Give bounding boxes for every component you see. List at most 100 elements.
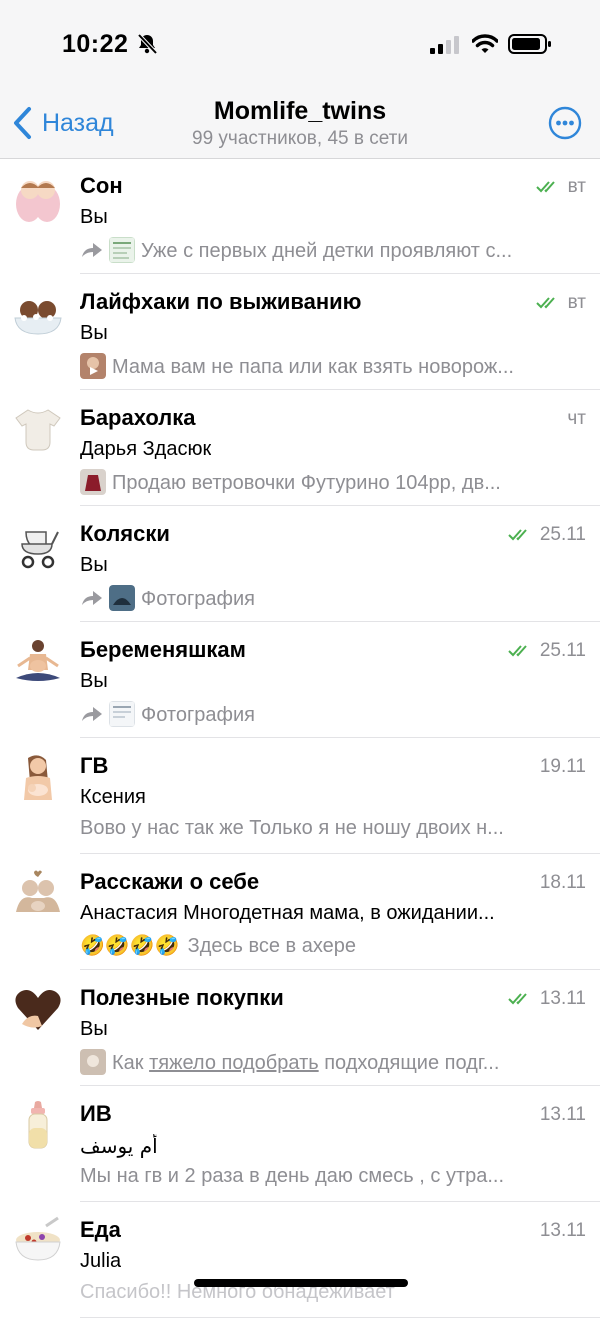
home-indicator[interactable] — [194, 1279, 408, 1287]
battery-icon — [508, 34, 551, 54]
status-bar: 10:22 — [0, 0, 600, 90]
topic-sender: Анастасия Многодетная мама, в ожидании..… — [80, 902, 495, 924]
topic-title: Расскажи о себе — [80, 869, 260, 894]
topic-row[interactable]: Сон вт Вы Уже с первых дней детки проявл… — [0, 158, 600, 274]
forward-arrow-icon — [82, 707, 102, 721]
laughing-emoji-group: 🤣🤣🤣🤣 — [80, 935, 180, 957]
topic-preview: 🤣🤣🤣🤣 Здесь все в ахере — [80, 933, 586, 958]
topic-preview: Вово у нас так же Только я не ношу двоих… — [80, 817, 586, 840]
topic-sender: Вы — [80, 206, 108, 228]
topic-title: ГВ — [80, 753, 109, 778]
wifi-icon — [472, 34, 498, 53]
pregnant-yoga-icon — [12, 636, 64, 688]
status-time: 10:22 — [62, 30, 129, 58]
topic-preview: Мама вам не папа или как взять новорож..… — [80, 353, 586, 379]
baby-bottle-icon — [12, 1100, 64, 1152]
topic-sender: Ксения — [80, 786, 146, 808]
topic-preview-text: Вово у нас так же Только я не ношу двоих… — [80, 817, 504, 839]
bell-muted-icon — [137, 33, 158, 55]
topic-meta: 19.11 — [540, 756, 586, 778]
topic-preview-text: Продаю ветровочки Футурино 104рр, дв... — [112, 472, 501, 494]
topic-row[interactable]: Полезные покупки 13.11 Вы Как тяжело под… — [0, 970, 600, 1086]
topic-sender: أم يوسف — [80, 1134, 158, 1158]
double-check-icon — [508, 993, 527, 1005]
topic-meta: 13.11 — [540, 1104, 586, 1126]
topic-sender: Вы — [80, 1018, 108, 1040]
topics-list: Сон вт Вы Уже с первых дней детки проявл… — [0, 158, 600, 1318]
group-title[interactable]: Momlife_twins — [0, 97, 600, 126]
topic-preview-text: Мама вам не папа или как взять новорож..… — [112, 356, 514, 378]
double-check-icon — [508, 645, 527, 657]
twins-babies-icon — [12, 172, 64, 224]
topic-time: чт — [567, 408, 586, 429]
topic-preview-link[interactable]: тяжело подобрать — [149, 1052, 319, 1074]
topic-row[interactable]: ИВ 13.11 أم يوسف Мы на гв и 2 раза в ден… — [0, 1086, 600, 1202]
topic-row[interactable]: Барахолка чт Дарья Здасюк Продаю ветрово… — [0, 390, 600, 506]
document-thumb — [109, 701, 135, 727]
topic-sender: Вы — [80, 670, 108, 692]
topic-title: Полезные покупки — [80, 985, 284, 1010]
more-options-icon[interactable] — [548, 106, 582, 140]
topic-title: Еда — [80, 1217, 121, 1242]
topic-row[interactable]: Еда 13.11 Julia Спасибо!! Немного обнаде… — [0, 1202, 600, 1318]
topic-title: Барахолка — [80, 405, 196, 430]
topic-time: 13.11 — [539, 988, 586, 1009]
topic-preview: Уже с первых дней детки проявляют с... — [80, 237, 586, 263]
topic-row[interactable]: ГВ 19.11 Ксения Вово у нас так же Только… — [0, 738, 600, 854]
nav-bar: Назад Momlife_twins 99 участников, 45 в … — [0, 90, 600, 159]
cellular-signal-icon — [430, 36, 459, 54]
topic-row[interactable]: Коляски 25.11 Вы Фотография — [0, 506, 600, 622]
topic-preview: Фотография — [80, 585, 586, 611]
topic-meta: 25.11 — [508, 640, 586, 662]
topic-preview-text-after: подходящие подг... — [318, 1052, 500, 1074]
family-hug-icon — [12, 868, 64, 920]
heart-hand-icon — [12, 984, 64, 1036]
twins-bath-icon — [12, 288, 64, 340]
topic-time: 25.11 — [539, 524, 586, 545]
topic-title: Сон — [80, 173, 123, 198]
double-check-icon — [508, 529, 527, 541]
photo-thumb — [80, 469, 106, 495]
topic-time: 13.11 — [539, 1220, 586, 1241]
photo-thumb — [109, 585, 135, 611]
topic-time: 25.11 — [539, 640, 586, 661]
onesie-icon — [12, 404, 64, 456]
document-thumb — [109, 237, 135, 263]
topic-preview: Продаю ветровочки Футурино 104рр, дв... — [80, 469, 586, 495]
topic-preview: Мы на гв и 2 раза в день даю смесь , с у… — [80, 1165, 586, 1188]
topic-preview-text: Фотография — [141, 704, 255, 726]
topic-time: 13.11 — [539, 1104, 586, 1125]
topic-row[interactable]: Лайфхаки по выживанию вт Вы Мама вам не … — [0, 274, 600, 390]
topic-sender: Вы — [80, 322, 108, 344]
topic-meta: вт — [535, 176, 586, 198]
topic-meta: вт — [535, 292, 586, 314]
topic-preview: Как тяжело подобрать подходящие подг... — [80, 1049, 586, 1075]
topic-title: Коляски — [80, 521, 170, 546]
topic-row[interactable]: Беременяшкам 25.11 Вы Фотография — [0, 622, 600, 738]
topic-preview-text-before: Как — [112, 1052, 150, 1074]
topic-title: Лайфхаки по выживанию — [80, 289, 362, 314]
topic-time: вт — [567, 292, 586, 313]
topic-meta: 18.11 — [540, 872, 586, 894]
forward-arrow-icon — [82, 591, 102, 605]
forward-arrow-icon — [82, 243, 102, 257]
video-thumb — [80, 353, 106, 379]
double-check-icon — [535, 181, 555, 193]
group-subtitle: 99 участников, 45 в сети — [192, 128, 408, 149]
porridge-bowl-icon — [12, 1216, 64, 1268]
photo-thumb — [80, 1049, 106, 1075]
topic-title: Беременяшкам — [80, 637, 246, 662]
topic-preview: Фотография — [80, 701, 586, 727]
topic-sender: Вы — [80, 554, 108, 576]
topic-time: 19.11 — [539, 756, 586, 777]
topic-title: ИВ — [80, 1101, 112, 1126]
topic-preview-text: Уже с первых дней детки проявляют с... — [141, 240, 513, 262]
topic-row[interactable]: Расскажи о себе 18.11 Анастасия Многодет… — [0, 854, 600, 970]
topic-preview-text: Здесь все в ахере — [187, 935, 356, 957]
topic-meta: чт — [567, 408, 586, 430]
topic-time: 18.11 — [539, 872, 586, 893]
stroller-icon — [12, 520, 64, 572]
topic-meta: 13.11 — [540, 1220, 586, 1242]
topic-preview-text: Мы на гв и 2 раза в день даю смесь , с у… — [80, 1165, 505, 1187]
breastfeeding-icon — [12, 752, 64, 804]
